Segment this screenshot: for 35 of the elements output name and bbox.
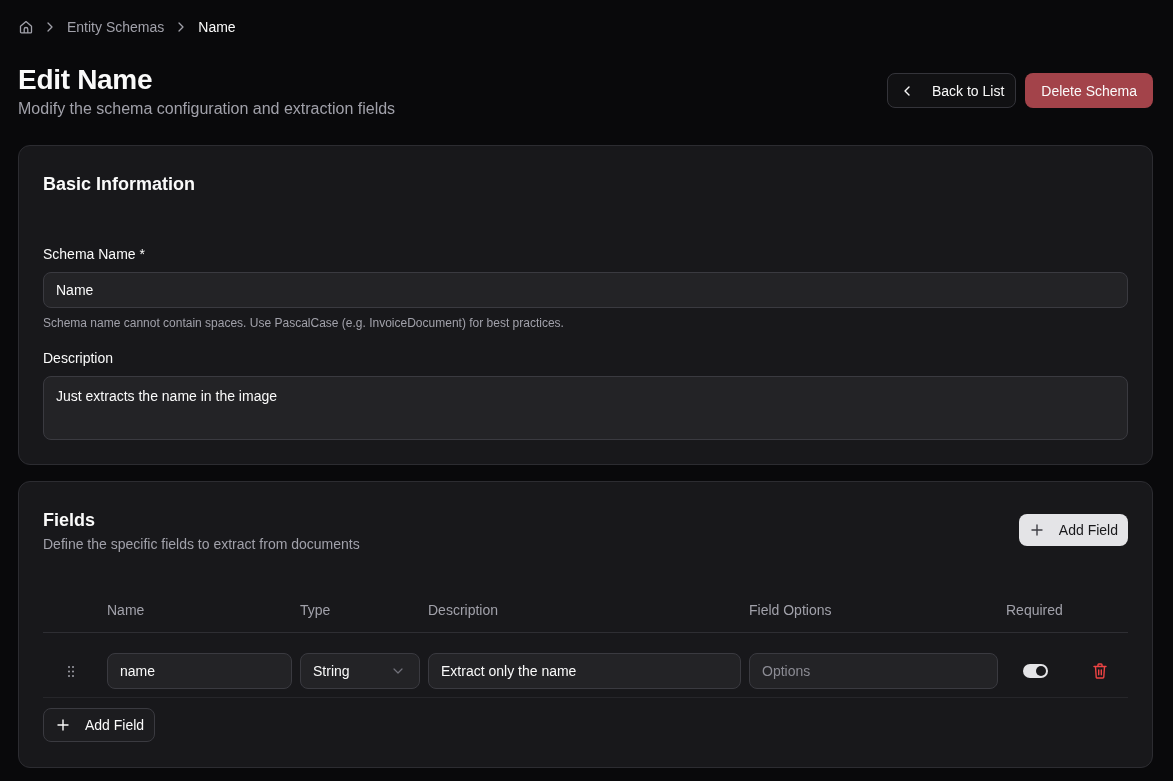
chevron-right-icon [178,22,185,32]
section-title: Basic Information [43,173,197,196]
column-header: Description [428,601,500,620]
description-textarea[interactable]: Just extracts the name in the image [43,376,1128,440]
chevron-down-icon [393,668,403,674]
field-description-input[interactable]: Extract only the name [428,653,741,689]
plus-icon [57,719,69,731]
page-subtitle: Modify the schema configuration and extraction fields [18,99,396,119]
drag-handle-icon[interactable] [68,665,74,677]
required-toggle[interactable] [1022,664,1048,678]
breadcrumb-current: Name [198,18,236,37]
help-text: Schema name cannot contain spaces. Use PascalCase (e.g. InvoiceDocument) for best practices. [43,315,565,331]
field-name-input[interactable]: name [107,653,292,689]
column-header: Field Options [749,601,833,620]
plus-icon [1030,524,1043,536]
field-label: Description [43,349,115,368]
add-field-button[interactable]: Add Field [1018,514,1128,546]
back-button[interactable]: Back to List [886,73,1017,108]
chevron-right-icon [47,22,53,32]
type-select[interactable]: String [300,653,420,689]
add-field-button[interactable]: Add Field [43,708,156,742]
column-header: Type [300,601,332,620]
chevron-left-icon [903,85,910,96]
column-header: Required [1006,601,1064,620]
page-title: Edit Name [18,63,154,97]
breadcrumb-link[interactable]: Entity Schemas [67,17,165,37]
field-options-input[interactable]: Options [749,653,998,689]
field-label: Schema Name * [43,245,146,264]
section-subtitle: Define the specific fields to extract from documents [43,535,360,554]
trash-icon[interactable] [1093,663,1107,679]
delete-button[interactable]: Delete Schema [1025,73,1153,108]
column-header: Name [107,601,146,620]
home-icon[interactable] [19,20,33,34]
schema-name-input[interactable]: Name [43,272,1128,308]
section-title: Fields [43,509,96,532]
